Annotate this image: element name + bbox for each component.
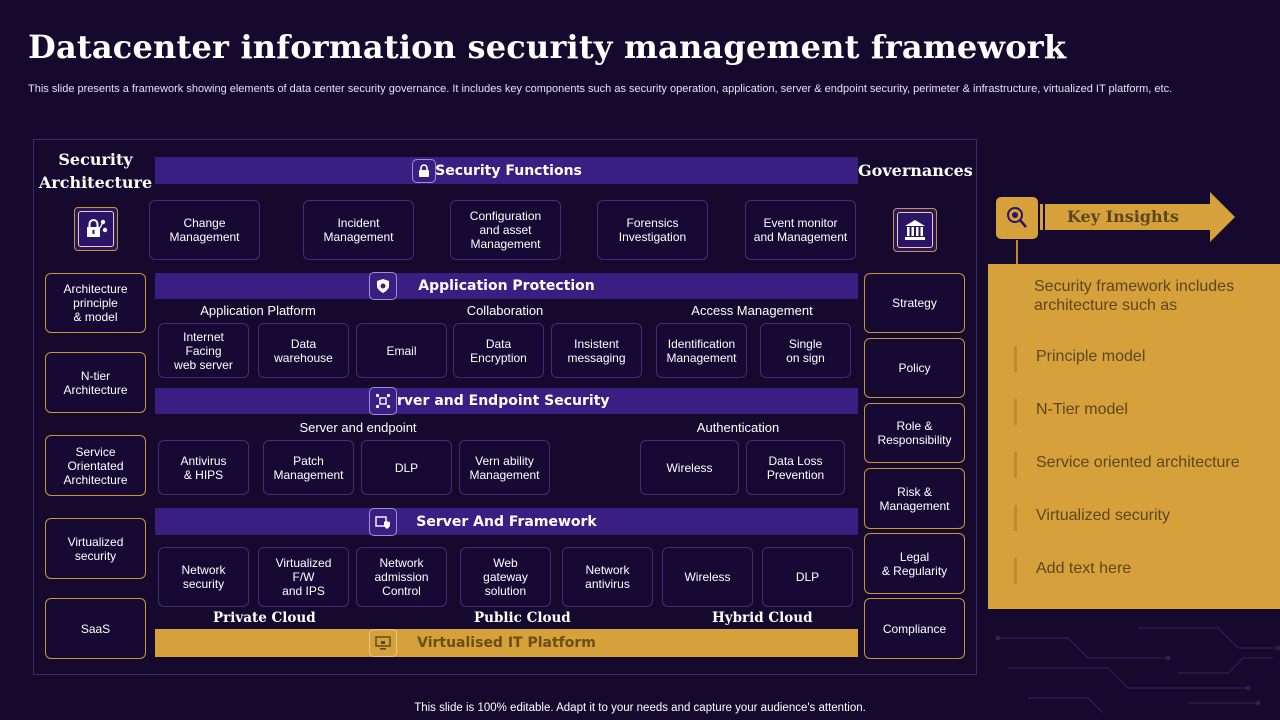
server-framework-item-4: Web gateway solution [460,547,551,607]
cloud-hybrid: Hybrid Cloud [712,610,813,626]
server-framework-item-7: DLP [762,547,853,607]
security-function-4: Forensics Investigation [597,200,708,260]
insight-item-2: N-Tier model [1036,401,1128,418]
insight-marker [1014,346,1017,372]
governance-item-3: Role & Responsibility [864,403,965,463]
server-endpoint-item-6: Data Loss Prevention [746,440,845,495]
virtualised-platform-bar: Virtualised IT Platform [155,629,858,657]
architecture-item-2: N-tier Architecture [45,352,146,413]
app-protection-item-6: Identification Management [656,323,747,378]
governance-icon-box [893,208,937,252]
key-insights-tag: Key Insights [1067,207,1180,226]
server-endpoint-bar: Server and Endpoint Security [155,387,858,415]
architecture-heading: Security Architecture [38,150,153,192]
app-group-collaboration: Collaboration [466,303,544,318]
security-functions-label: Security Functions [435,162,582,179]
security-function-5: Event monitor and Management [745,200,856,260]
app-protection-item-7: Single on sign [760,323,851,378]
key-insights-heading: Security framework includes architecture… [1034,278,1235,314]
insight-item-5: Add text here [1036,560,1132,577]
server-endpoint-item-3: DLP [361,440,452,495]
architecture-item-4: Virtualized security [45,518,146,579]
governance-item-6: Compliance [864,598,965,659]
key-insights-panel [988,264,1280,609]
governance-heading: Governances [858,161,973,180]
app-group-access: Access Management [691,303,813,318]
page-title: Datacenter information security manageme… [28,28,1067,66]
application-protection-label: Application Protection [418,278,595,294]
key-insights-icon-box [996,197,1038,239]
security-functions-bar: Security Functions [155,157,858,184]
page-footer: This slide is 100% editable. Adapt it to… [414,702,866,714]
shield-gear-icon [377,279,389,293]
app-protection-item-4: Data Encryption [453,323,544,378]
monitor-lock-icon [375,636,391,650]
server-framework-item-1: Network security [158,547,249,607]
cloud-public: Public Cloud [474,610,571,626]
insight-marker [1014,505,1017,531]
security-function-2: Incident Management [303,200,414,260]
server-framework-item-2: Virtualized F/W and IPS [258,547,349,607]
architecture-icon-box [74,207,118,251]
governance-item-4: Risk & Management [864,468,965,529]
server-shield-icon [375,515,390,529]
insight-item-3: Service oriented architecture [1036,454,1240,471]
server-endpoint-item-5: Wireless [640,440,739,495]
virtualised-platform-label: Virtualised IT Platform [417,635,596,651]
architecture-item-1: Architecture principle & model [45,273,146,333]
architecture-item-5: SaaS [45,598,146,659]
governance-item-5: Legal & Regularity [864,533,965,594]
app-protection-item-3: Email [356,323,447,378]
magnifier-bug-icon [1007,207,1027,228]
network-nodes-icon [375,393,391,409]
server-framework-item-5: Network antivirus [562,547,653,607]
insight-marker [1014,558,1017,584]
server-group-endpoint: Server and endpoint [299,420,417,435]
app-protection-item-5: Insistent messaging [551,323,642,378]
server-framework-item-6: Wireless [662,547,753,607]
bank-building-icon [905,220,925,240]
server-endpoint-label: Server and Endpoint Security [377,393,610,409]
app-protection-item-2: Data warehouse [258,323,349,378]
server-endpoint-item-4: Vern ability Management [459,440,550,495]
governance-item-2: Policy [864,338,965,398]
padlock-icon [419,163,429,177]
insight-item-1: Principle model [1036,348,1146,365]
insight-item-4: Virtualized security [1036,507,1170,524]
insight-marker [1014,399,1017,425]
security-function-1: Change Management [149,200,260,260]
server-framework-item-3: Network admission Control [356,547,447,607]
server-group-auth: Authentication [696,420,780,435]
governance-item-1: Strategy [864,273,965,333]
app-group-platform: Application Platform [200,303,316,318]
server-endpoint-item-2: Patch Management [263,440,354,495]
security-function-3: Configuration and asset Management [450,200,561,260]
server-framework-bar: Server And Framework [155,507,858,536]
lock-network-icon [87,219,108,237]
page-subtitle: This slide presents a framework showing … [28,83,1173,95]
application-protection-bar: Application Protection [155,272,858,300]
server-endpoint-item-1: Antivirus & HIPS [158,440,249,495]
server-framework-label: Server And Framework [416,513,597,530]
architecture-item-3: Service Orientated Architecture [45,435,146,496]
cloud-private: Private Cloud [213,610,316,626]
app-protection-item-1: Internet Facing web server [158,323,249,378]
insight-marker [1014,452,1017,478]
